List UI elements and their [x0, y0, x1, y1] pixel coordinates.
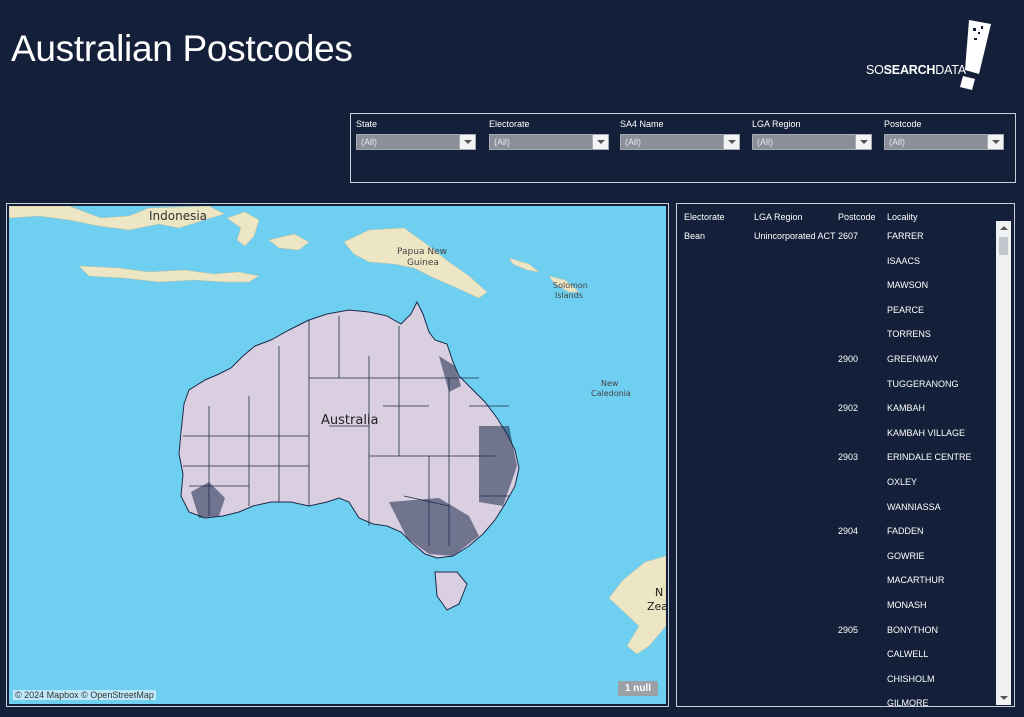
locality-cell: KAMBAH	[887, 403, 926, 414]
logo-text: SOSEARCHDATA	[866, 63, 966, 77]
electorate-dropdown[interactable]: (All)	[489, 134, 609, 150]
map-label: New	[601, 379, 619, 388]
map-label: Islands	[555, 291, 583, 300]
locality-cell: GOWRIE	[887, 550, 925, 561]
locality-cell: PEARCE	[887, 304, 925, 315]
dropdown-value: (All)	[757, 137, 773, 147]
postcode-cell: 2607	[838, 231, 859, 241]
locality-cell: MAWSON	[887, 280, 929, 291]
null-indicator[interactable]: 1 null	[617, 681, 658, 696]
map-label: Australia	[321, 413, 379, 428]
postcode-cell: 2903	[838, 452, 859, 463]
postcode-dropdown[interactable]: (All)	[884, 134, 1004, 150]
filter-label: Electorate	[489, 119, 530, 129]
sa4-name-dropdown[interactable]: (All)	[620, 134, 740, 150]
postcode-cell: 2904	[838, 526, 859, 537]
postcode-cell: 2902	[838, 403, 859, 414]
locality-cell: FADDEN	[887, 526, 924, 537]
australia-map[interactable]: Indonesia Papua New Guinea Solomon Islan…	[9, 206, 666, 704]
lga-region-cell: Unincorporated ACT	[754, 231, 836, 241]
locality-cell: ERINDALE CENTRE	[887, 452, 972, 463]
filter-lga-region: LGA Region (All)	[752, 119, 872, 150]
chevron-down-icon[interactable]	[855, 135, 871, 149]
locality-cell: MACARTHUR	[887, 575, 945, 586]
column-header-electorate[interactable]: Electorate	[684, 212, 725, 222]
locality-cell: FARRER	[887, 231, 924, 241]
map-panel: Indonesia Papua New Guinea Solomon Islan…	[6, 203, 669, 707]
filter-label: SA4 Name	[620, 119, 664, 129]
state-dropdown[interactable]: (All)	[356, 134, 476, 150]
filter-label: State	[356, 119, 378, 129]
column-header-postcode[interactable]: Postcode	[838, 212, 876, 222]
locality-cell: GREENWAY	[887, 354, 939, 364]
locality-cell: CHISHOLM	[887, 673, 935, 684]
postcode-cell: 2900	[838, 354, 859, 364]
scroll-down-icon[interactable]	[996, 691, 1011, 705]
map-graphic: Indonesia Papua New Guinea Solomon Islan…	[9, 206, 666, 655]
locality-cell: KAMBAH VILLAGE	[887, 427, 966, 438]
chevron-down-icon[interactable]	[987, 135, 1003, 149]
map-label: N	[655, 586, 663, 599]
electorate-cell: Bean	[684, 231, 706, 241]
postcode-cell: 2905	[838, 624, 859, 635]
column-header-locality[interactable]: Locality	[887, 212, 918, 222]
locality-cell: OXLEY	[887, 477, 918, 487]
scroll-up-icon[interactable]	[996, 221, 1011, 235]
sosearchdata-logo[interactable]: SOSEARCHDATA	[864, 18, 994, 94]
locality-cell: TUGGERANONG	[887, 378, 959, 389]
chevron-down-icon[interactable]	[592, 135, 608, 149]
filter-postcode: Postcode (All)	[884, 119, 1004, 150]
map-label: Guinea	[407, 258, 439, 268]
filter-sa4-name: SA4 Name (All)	[620, 119, 740, 150]
map-label: Zea	[647, 600, 666, 613]
filter-label: LGA Region	[752, 119, 801, 129]
map-label: Papua New	[397, 247, 447, 257]
locality-cell: WANNIASSA	[887, 501, 941, 512]
exclamation-logo-icon	[960, 20, 991, 90]
dropdown-value: (All)	[361, 137, 377, 147]
locality-cell: MONASH	[887, 600, 927, 610]
chevron-down-icon[interactable]	[459, 135, 475, 149]
locality-cell: ISAACS	[887, 255, 921, 266]
map-label: Indonesia	[149, 209, 207, 223]
dropdown-value: (All)	[889, 137, 905, 147]
chevron-down-icon[interactable]	[723, 135, 739, 149]
locality-table: Electorate LGA Region Postcode Locality …	[676, 203, 1015, 709]
scroll-thumb[interactable]	[999, 237, 1008, 255]
page-title: Australian Postcodes	[11, 28, 353, 69]
filter-panel: State (All) Electorate (All) SA4 Name (A…	[350, 113, 1016, 183]
locality-cell: CALWELL	[887, 649, 929, 660]
locality-cell: GILMORE	[887, 698, 929, 709]
lga-region-dropdown[interactable]: (All)	[752, 134, 872, 150]
dropdown-value: (All)	[494, 137, 510, 147]
locality-cell: TORRENS	[887, 329, 931, 340]
locality-cell: BONYTHON	[887, 624, 939, 635]
map-label: Caledonia	[591, 389, 631, 398]
vertical-scrollbar[interactable]	[996, 221, 1011, 705]
filter-state: State (All)	[356, 119, 476, 150]
column-header-lga-region[interactable]: LGA Region	[754, 212, 803, 222]
filter-label: Postcode	[884, 119, 922, 129]
map-label: Solomon	[553, 281, 588, 290]
filter-electorate: Electorate (All)	[489, 119, 609, 150]
map-attribution[interactable]: © 2024 Mapbox © OpenStreetMap	[13, 690, 156, 700]
dropdown-value: (All)	[625, 137, 641, 147]
